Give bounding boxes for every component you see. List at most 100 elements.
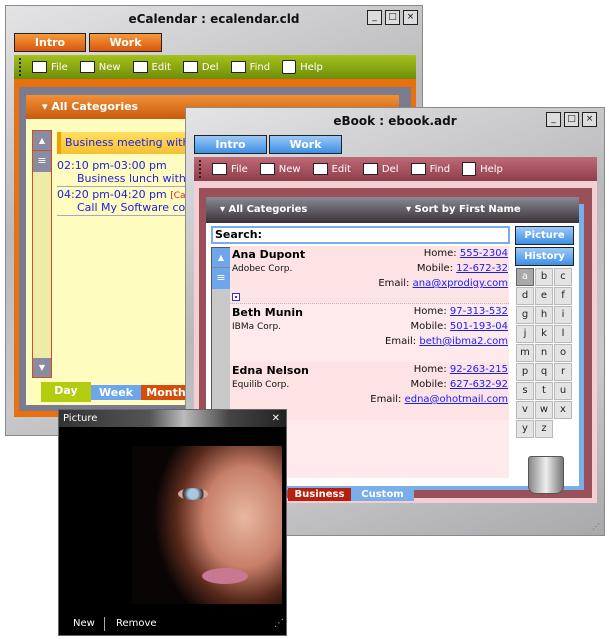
new-button[interactable]: New (259, 163, 301, 175)
mobile-phone-link[interactable]: 501-193-04 (450, 321, 508, 332)
delete-button[interactable]: Del (182, 61, 219, 73)
picture-button[interactable]: Picture (515, 226, 574, 245)
chevron-down-icon: ▾ (406, 204, 415, 215)
home-phone-link[interactable]: 555-2304 (460, 248, 508, 259)
tab-intro[interactable]: Intro (194, 135, 267, 154)
letter-button-t[interactable]: t (535, 382, 553, 400)
home-phone-link[interactable]: 92-263-215 (450, 364, 508, 375)
letter-button-g[interactable]: g (516, 306, 534, 324)
letter-button-w[interactable]: w (535, 401, 553, 419)
letter-button-o[interactable]: o (554, 344, 572, 362)
tab-intro[interactable]: Intro (14, 33, 86, 52)
letter-button-a[interactable]: a (516, 268, 534, 286)
history-button[interactable]: History (515, 247, 574, 266)
letter-button-l[interactable]: l (554, 325, 572, 343)
file-icon (212, 163, 227, 175)
toolbar-grip[interactable] (199, 160, 201, 178)
scrollbar[interactable]: ▲ ≡ (211, 247, 231, 417)
letter-button-j[interactable]: j (516, 325, 534, 343)
help-button[interactable]: Help (282, 60, 323, 74)
close-icon[interactable]: ✕ (272, 410, 280, 427)
tab-month[interactable]: Month (141, 385, 191, 400)
new-icon (259, 163, 275, 175)
event-banner[interactable]: Business meeting with Larry (57, 132, 197, 154)
resize-grip[interactable]: ⋰ (274, 613, 284, 635)
delete-button[interactable]: Del (362, 163, 399, 175)
event-item[interactable]: 04:20 pm-04:20 pm [Calls] Call My Softwa… (57, 188, 197, 216)
email-link[interactable]: ana@xprodigy.com (413, 278, 508, 289)
letter-button-q[interactable]: q (535, 363, 553, 381)
tab-work[interactable]: Work (269, 135, 342, 154)
letter-button-y[interactable]: y (516, 420, 534, 438)
close-button[interactable]: × (582, 112, 597, 127)
letter-button-z[interactable]: z (535, 420, 553, 438)
edit-button[interactable]: Edit (312, 163, 351, 175)
edit-button[interactable]: Edit (132, 61, 171, 73)
email-link[interactable]: edna@ohotmail.com (405, 394, 508, 405)
letter-button-r[interactable]: r (554, 363, 572, 381)
scroll-down-icon[interactable]: ▼ (33, 358, 51, 377)
new-picture-button[interactable]: New (73, 613, 95, 635)
minimize-button[interactable]: _ (367, 10, 382, 25)
tab-week[interactable]: Week (91, 385, 141, 400)
find-button[interactable]: Find (230, 61, 270, 73)
chevron-down-icon: ▾ (42, 100, 52, 113)
letter-button-p[interactable]: p (516, 363, 534, 381)
toolbar: File New Edit Del Find Help (194, 157, 597, 181)
letter-button-e[interactable]: e (535, 287, 553, 305)
tab-custom[interactable]: Custom (351, 488, 414, 501)
picture-titlebar: Picture ✕ (59, 410, 286, 427)
trash-icon[interactable] (528, 456, 564, 494)
letter-button-h[interactable]: h (535, 306, 553, 324)
delete-icon (362, 163, 378, 175)
letter-button-b[interactable]: b (535, 268, 553, 286)
file-button[interactable]: File (32, 61, 68, 73)
tab-day[interactable]: Day (41, 382, 91, 402)
scroll-thumb[interactable]: ≡ (33, 150, 51, 172)
letter-button-i[interactable]: i (554, 306, 572, 324)
remove-picture-button[interactable]: Remove (116, 613, 157, 635)
lips (202, 568, 248, 584)
scrollbar[interactable]: ▲ ≡ ▼ (32, 130, 52, 378)
file-button[interactable]: File (212, 163, 248, 175)
selected-marker-icon (232, 293, 240, 301)
letter-button-n[interactable]: n (535, 344, 553, 362)
maximize-button[interactable]: □ (564, 112, 579, 127)
letter-button-f[interactable]: f (554, 287, 572, 305)
close-button[interactable]: × (403, 10, 418, 25)
letter-button-m[interactable]: m (516, 344, 534, 362)
scroll-up-icon[interactable]: ▲ (33, 131, 51, 150)
letter-button-x[interactable]: x (554, 401, 572, 419)
search-input[interactable]: Search: (211, 226, 510, 244)
tab-business[interactable]: Business (288, 488, 351, 501)
letter-button-k[interactable]: k (535, 325, 553, 343)
help-icon (282, 60, 297, 74)
new-button[interactable]: New (79, 61, 121, 73)
find-button[interactable]: Find (410, 163, 450, 175)
resize-grip[interactable]: ⋰ (592, 522, 602, 532)
minimize-button[interactable]: _ (546, 112, 561, 127)
help-button[interactable]: Help (462, 162, 503, 176)
home-phone-link[interactable]: 97-313-532 (450, 306, 508, 317)
event-item[interactable]: 02:10 pm-03:00 pm Business lunch with Ja… (57, 159, 197, 187)
delete-icon (182, 61, 198, 73)
toolbar: File New Edit Del Find Help (14, 55, 416, 79)
sort-dropdown[interactable]: ▾ Sort by First Name (406, 197, 521, 223)
contact-row[interactable]: Ana Dupont Adobec Corp. Home: 555-2304 M… (230, 246, 509, 304)
tab-work[interactable]: Work (89, 33, 162, 52)
email-link[interactable]: beth@ibma2.com (419, 336, 508, 347)
toolbar-grip[interactable] (19, 58, 21, 76)
letter-button-v[interactable]: v (516, 401, 534, 419)
contact-row[interactable]: Beth Munin IBMa Corp. Home: 97-313-532 M… (230, 304, 509, 362)
maximize-button[interactable]: □ (385, 10, 400, 25)
scroll-thumb[interactable]: ≡ (212, 267, 230, 289)
letter-button-c[interactable]: c (554, 268, 572, 286)
scroll-up-icon[interactable]: ▲ (212, 248, 230, 267)
mobile-phone-link[interactable]: 627-632-92 (450, 379, 508, 390)
letter-button-s[interactable]: s (516, 382, 534, 400)
find-icon (410, 163, 426, 175)
mobile-phone-link[interactable]: 12-672-32 (456, 263, 508, 274)
category-dropdown[interactable]: ▾ All Categories (220, 197, 307, 223)
letter-button-u[interactable]: u (554, 382, 572, 400)
letter-button-d[interactable]: d (516, 287, 534, 305)
